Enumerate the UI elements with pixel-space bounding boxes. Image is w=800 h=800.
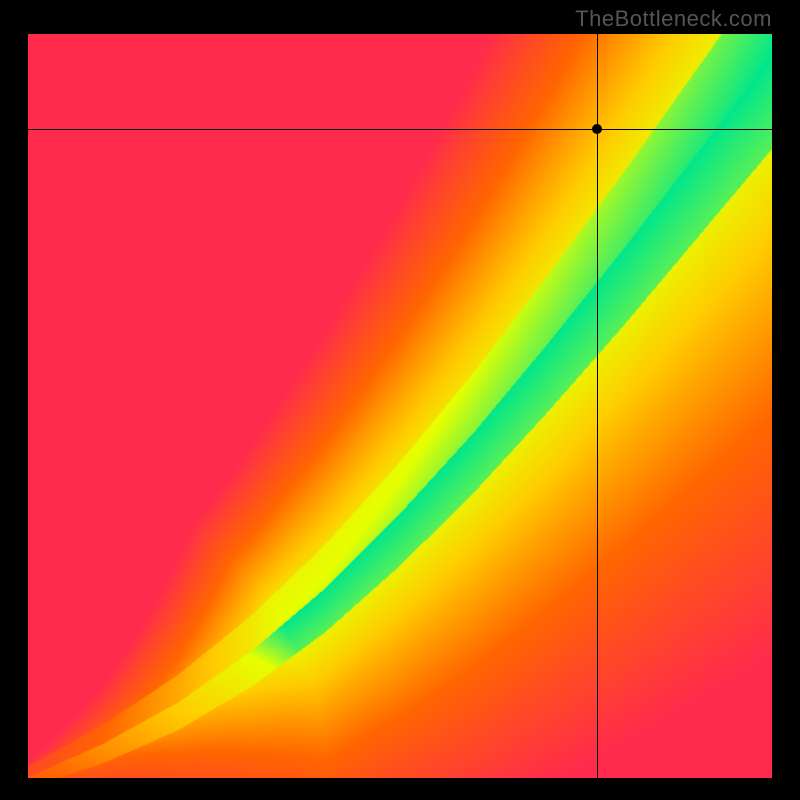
crosshair-marker [592,124,602,134]
crosshair-vertical [597,34,598,778]
watermark-text: TheBottleneck.com [575,6,772,32]
chart-frame: TheBottleneck.com [0,0,800,800]
crosshair-horizontal [28,129,772,130]
heatmap-canvas [28,34,772,778]
plot-area [28,34,772,778]
